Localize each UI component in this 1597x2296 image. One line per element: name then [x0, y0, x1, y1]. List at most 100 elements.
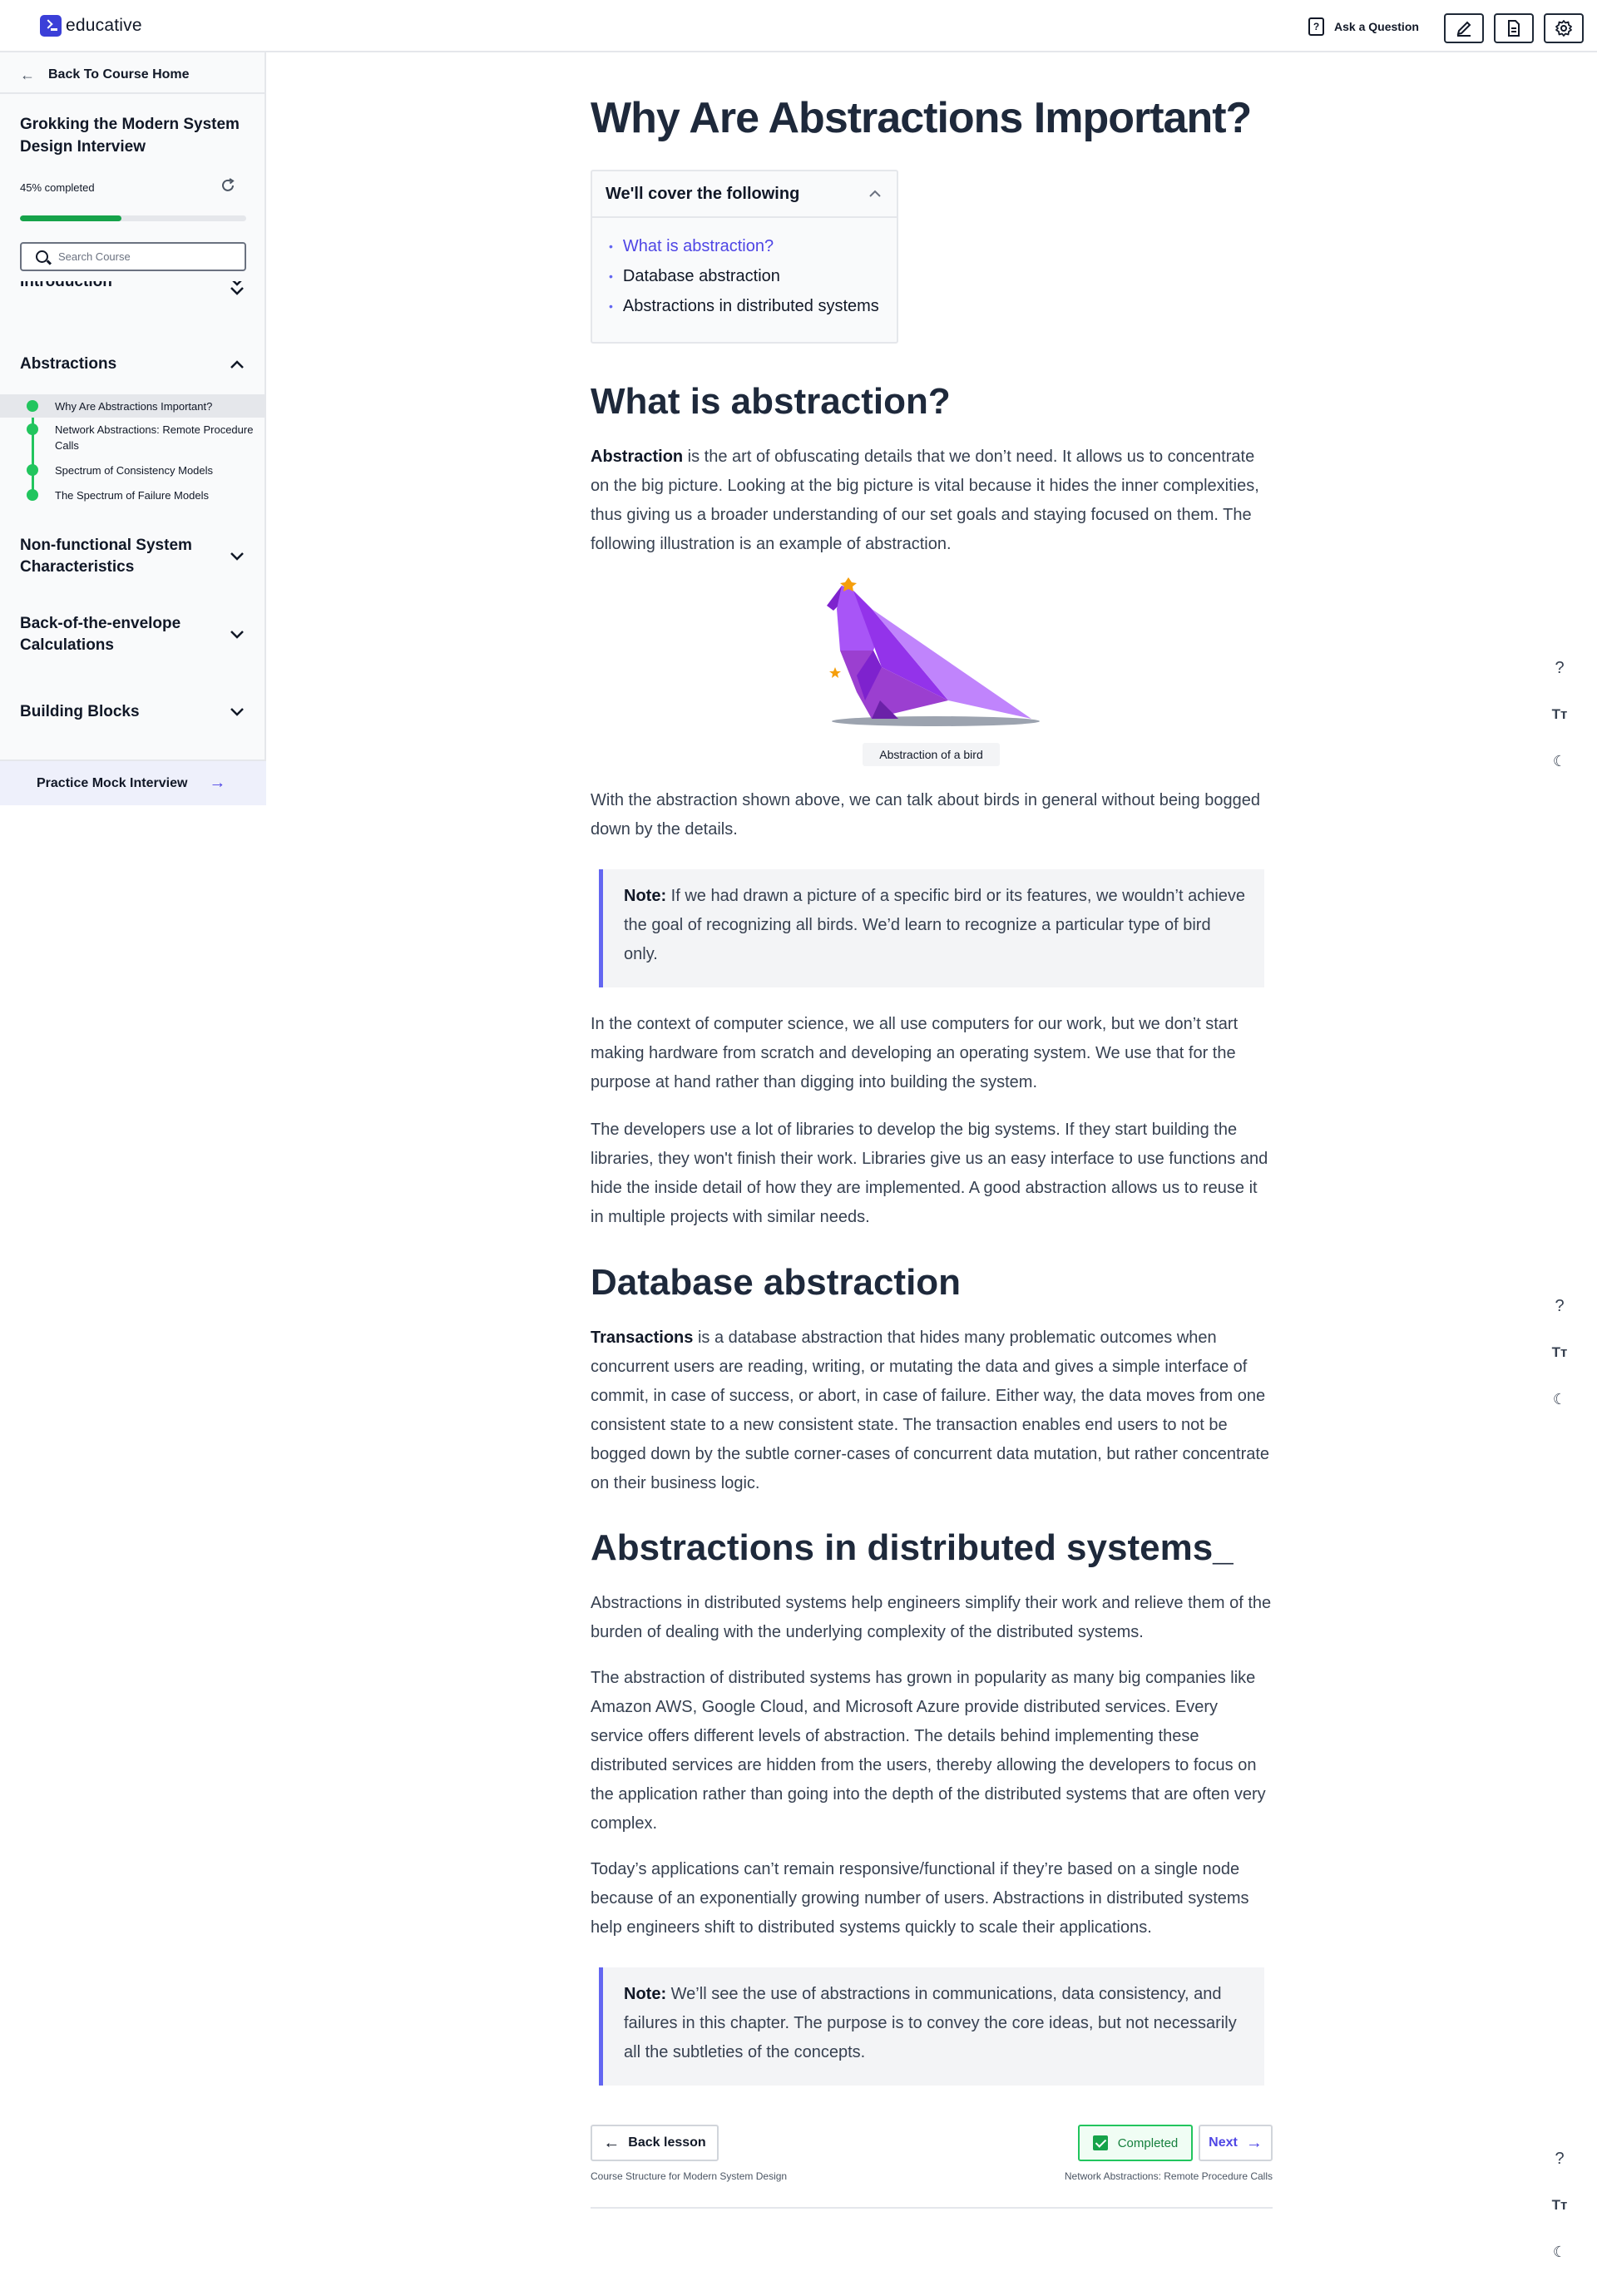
paragraph-text: is a database abstraction that hides man…	[591, 1329, 1270, 1492]
sidebar-lesson-why-abstractions[interactable]: Why Are Abstractions Important?	[0, 394, 266, 418]
dark-mode-icon[interactable]: ☾	[1547, 1387, 1572, 1412]
arrow-right-icon: →	[209, 774, 226, 792]
paragraph: The developers use a lot of libraries to…	[591, 1121, 1268, 1226]
paragraph: Transactions is a database abstraction t…	[591, 1324, 1273, 1498]
table-of-contents: We'll cover the following What is abstra…	[591, 170, 898, 344]
paragraph: Abstraction is the art of obfuscating de…	[591, 443, 1273, 559]
question-icon: ?	[1308, 17, 1324, 36]
reset-progress-icon[interactable]	[220, 177, 236, 194]
back-to-course-home-label: Back To Course Home	[48, 67, 190, 82]
section-heading: Abstractions in distributed systems_	[591, 1527, 1234, 1568]
paragraph: With the abstraction shown above, we can…	[591, 791, 1260, 839]
practice-mock-interview-label: Practice Mock Interview	[37, 775, 188, 790]
sidebar: ← Back To Course Home Grokking the Moder…	[0, 52, 266, 805]
edit-button[interactable]	[1444, 13, 1484, 43]
back-lesson-button[interactable]: ← Back lesson	[591, 2125, 719, 2161]
paragraph: Today’s applications can’t remain respon…	[591, 1860, 1249, 1937]
lesson-complete-dot	[27, 489, 38, 501]
course-title: Grokking the Modern System Design Interv…	[20, 116, 240, 156]
dark-mode-icon[interactable]: ☾	[1547, 2239, 1572, 2264]
sidebar-section-abstractions[interactable]: Abstractions	[20, 354, 246, 375]
settings-icon	[1555, 20, 1572, 37]
next-lesson-button[interactable]: Next →	[1199, 2125, 1273, 2161]
lesson-complete-dot	[27, 400, 38, 412]
divider	[591, 2207, 1273, 2209]
sidebar-lesson-consistency-models[interactable]: Spectrum of Consistency Models	[0, 462, 266, 482]
logo[interactable]: educative	[40, 15, 142, 37]
arrow-right-icon: →	[1245, 2133, 1263, 2152]
edit-icon	[1456, 21, 1471, 37]
bold-term: Transactions	[591, 1329, 694, 1347]
bold-term: Abstraction	[591, 448, 684, 466]
next-lesson-label: Next	[1209, 2135, 1238, 2150]
font-size-icon[interactable]: Tт	[1547, 702, 1572, 727]
toc-item[interactable]: Abstractions in distributed systems	[609, 291, 897, 321]
sidebar-section-back-of-envelope[interactable]: Back-of-the-envelope Calculations	[20, 613, 246, 656]
section-title: Building Blocks	[20, 703, 140, 720]
chevron-up-icon	[869, 190, 881, 197]
logo-text: educative	[66, 16, 142, 35]
chevron-down-icon	[228, 703, 246, 721]
section-heading: What is abstraction?	[591, 381, 951, 422]
section-title: Introduction	[20, 281, 112, 290]
note-text: If we had drawn a picture of a specific …	[624, 887, 1246, 963]
toc-header[interactable]: We'll cover the following	[592, 171, 897, 218]
progress-bar	[20, 215, 246, 221]
section-title: Back-of-the-envelope Calculations	[20, 615, 181, 654]
paragraph: The abstraction of distributed systems h…	[591, 1669, 1266, 1833]
ask-question-button[interactable]: ? Ask a Question	[1308, 15, 1419, 38]
search-input[interactable]	[58, 250, 225, 263]
lesson-label: Why Are Abstractions Important?	[55, 400, 213, 413]
dark-mode-icon[interactable]: ☾	[1547, 749, 1572, 774]
sidebar-section-building-blocks[interactable]: Building Blocks	[20, 701, 246, 723]
toc-item[interactable]: Database abstraction	[609, 261, 897, 291]
paragraph: Abstractions in distributed systems help…	[591, 1594, 1272, 1641]
toc-heading: We'll cover the following	[606, 184, 800, 203]
section-heading: Database abstraction	[591, 1262, 962, 1303]
sidebar-lesson-failure-models[interactable]: The Spectrum of Failure Models	[0, 487, 266, 507]
note-label: Note:	[624, 1985, 667, 2003]
figure-caption: Abstraction of a bird	[863, 743, 1000, 766]
logo-icon	[40, 15, 62, 37]
search-icon	[36, 250, 48, 263]
settings-button[interactable]	[1544, 13, 1584, 43]
lesson-complete-dot	[27, 423, 38, 435]
toc-list: What is abstraction? Database abstractio…	[592, 218, 897, 321]
chevron-up-icon	[228, 355, 246, 374]
completed-button[interactable]: Completed	[1078, 2125, 1193, 2161]
sidebar-section-non-functional[interactable]: Non-functional System Characteristics	[20, 535, 246, 578]
completed-label: Completed	[1117, 2135, 1179, 2150]
back-to-course-home-link[interactable]: ← Back To Course Home	[20, 64, 190, 86]
note-box: Note: If we had drawn a picture of a spe…	[599, 869, 1264, 987]
lesson-complete-dot	[27, 464, 38, 476]
help-icon[interactable]: ?	[1547, 2146, 1572, 2171]
arrow-left-icon: ←	[603, 2133, 621, 2152]
paragraph-text: is the art of obfuscating details that w…	[591, 448, 1259, 553]
section-title: Non-functional System Characteristics	[20, 537, 192, 576]
top-bar: educative ? Ask a Question	[0, 0, 1597, 52]
sidebar-section-introduction[interactable]: Introduction	[0, 281, 266, 293]
practice-mock-interview-button[interactable]: Practice Mock Interview →	[0, 760, 266, 805]
lesson-label: Spectrum of Consistency Models	[55, 464, 214, 477]
back-lesson-label: Back lesson	[628, 2135, 706, 2150]
sidebar-lesson-network-abstractions[interactable]: Network Abstractions: Remote Procedure C…	[0, 421, 266, 454]
search-course[interactable]	[20, 242, 246, 271]
help-icon[interactable]: ?	[1547, 1294, 1572, 1319]
chevron-down-icon	[228, 281, 246, 291]
arrow-left-icon: ←	[20, 66, 35, 83]
document-button[interactable]	[1494, 13, 1534, 43]
page-title: Why Are Abstractions Important?	[591, 94, 1252, 142]
note-text: We’ll see the use of abstractions in com…	[624, 1985, 1237, 2061]
progress-text: 45% completed	[20, 181, 95, 194]
progress-bar-fill	[20, 215, 122, 221]
font-size-icon[interactable]: Tт	[1547, 2193, 1572, 2218]
back-lesson-subtitle: Course Structure for Modern System Desig…	[591, 2170, 788, 2182]
toc-item[interactable]: What is abstraction?	[609, 231, 897, 261]
ask-question-label: Ask a Question	[1334, 20, 1419, 33]
divider	[0, 92, 266, 94]
font-size-icon[interactable]: Tт	[1547, 1340, 1572, 1365]
help-icon[interactable]: ?	[1547, 656, 1572, 680]
section-title: Abstractions	[20, 355, 117, 373]
paragraph: In the context of computer science, we a…	[591, 1015, 1239, 1091]
lesson-label: Network Abstractions: Remote Procedure C…	[55, 423, 254, 452]
